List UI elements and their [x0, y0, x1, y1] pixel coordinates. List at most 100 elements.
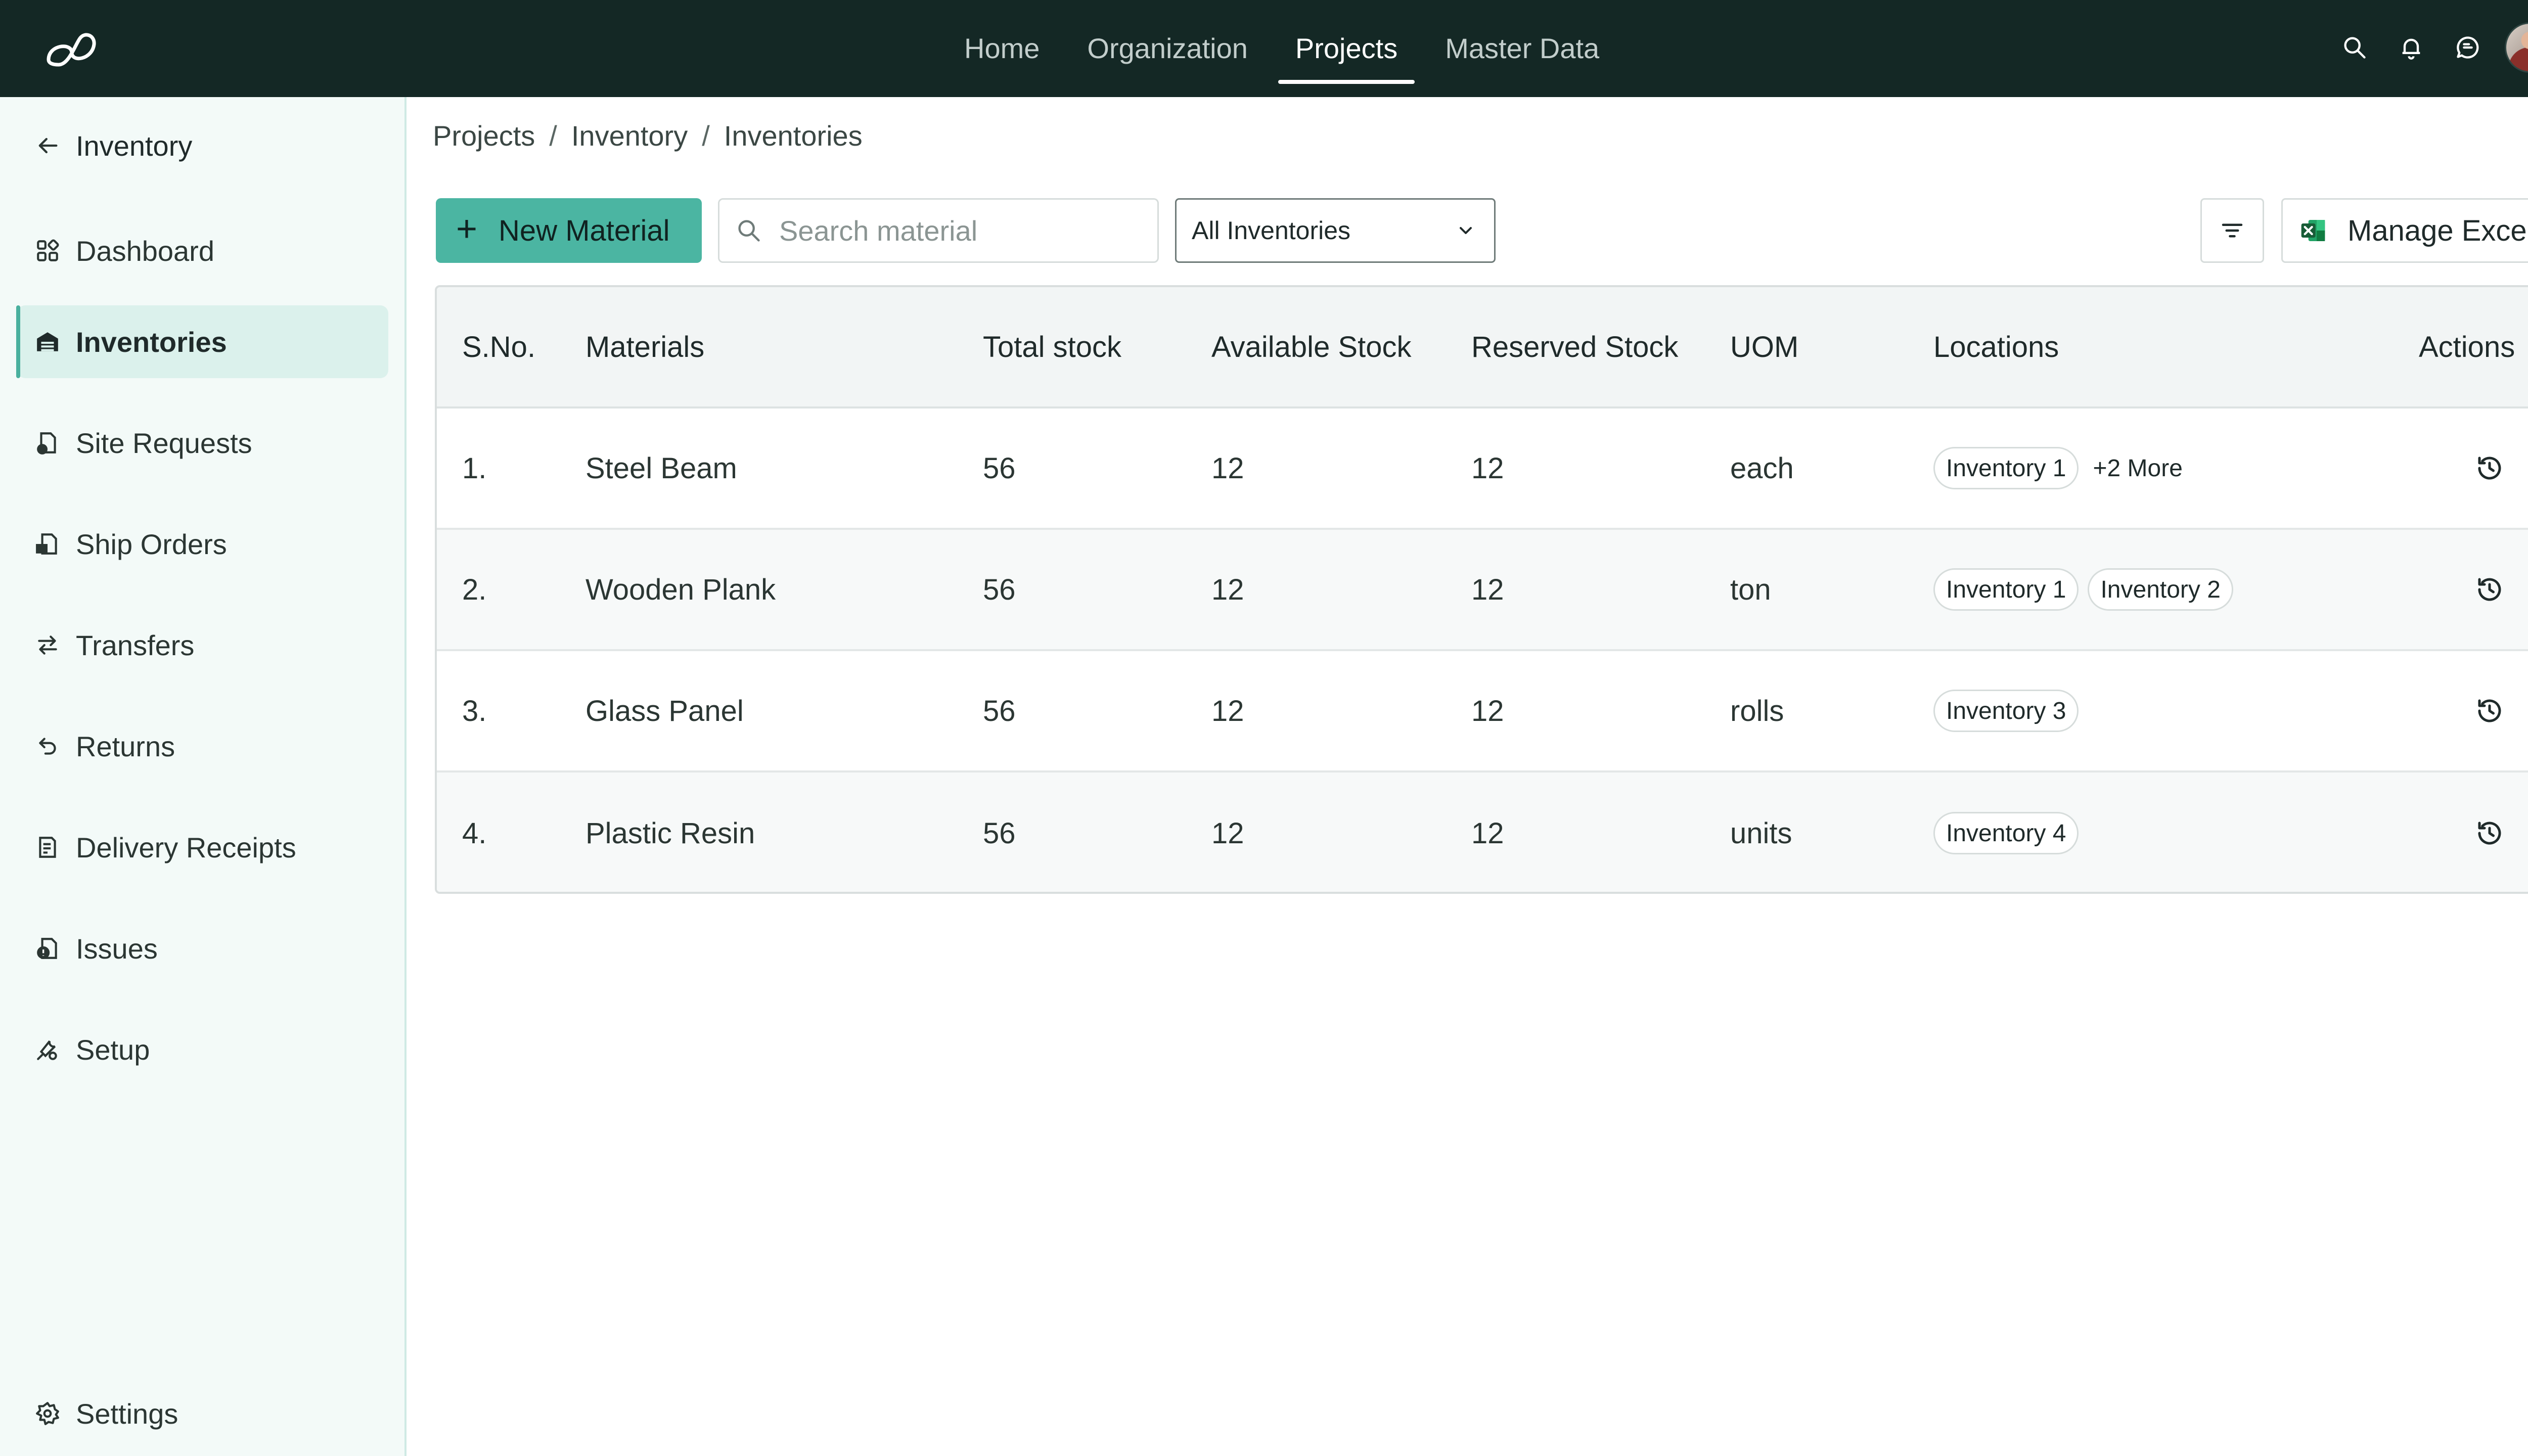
manage-excel-label: Manage Excel [2348, 214, 2528, 247]
cell-total-stock: 56 [983, 816, 1016, 850]
sidebar-item-inventories[interactable]: Inventories [16, 305, 388, 378]
location-chip[interactable]: Inventory 1 [1933, 568, 2079, 611]
history-icon[interactable] [2474, 574, 2505, 605]
sidebar-item-issues[interactable]: Issues [17, 912, 388, 985]
dashboard-icon [33, 237, 62, 265]
header-locations: Locations [1933, 330, 2059, 363]
back-to-inventory[interactable]: Inventory [0, 115, 404, 176]
cell-reserved-stock: 12 [1471, 573, 1504, 606]
cell-material: Glass Panel [585, 694, 744, 727]
topnav-home[interactable]: Home [947, 0, 1057, 97]
cell-uom: units [1730, 816, 1792, 850]
new-material-button[interactable]: + New Material [436, 198, 702, 263]
cell-locations: Inventory 3 [1933, 651, 2088, 770]
return-icon [33, 732, 62, 760]
top-icons [2315, 22, 2528, 73]
sidebar-label-ship-orders: Ship Orders [76, 528, 227, 560]
sidebar-label-dashboard: Dashboard [76, 235, 214, 267]
search-box [718, 198, 1159, 263]
app-logo-icon[interactable] [41, 24, 102, 73]
cell-locations: Inventory 1 Inventory 2 [1933, 530, 2242, 649]
location-chip[interactable]: Inventory 3 [1933, 690, 2079, 732]
cell-material: Plastic Resin [585, 816, 755, 850]
table-header: S.No. Materials Total stock Available St… [437, 287, 2528, 408]
sidebar-label-inventories: Inventories [76, 326, 227, 358]
sidebar-item-dashboard[interactable]: Dashboard [17, 214, 388, 287]
header-available-stock: Available Stock [1211, 330, 1412, 363]
breadcrumb-inventory[interactable]: Inventory [571, 119, 688, 152]
transfer-icon [33, 631, 62, 659]
more-locations-link[interactable]: +2 More [2093, 454, 2182, 482]
cell-material: Wooden Plank [585, 573, 776, 606]
topnav-projects[interactable]: Projects [1278, 0, 1415, 97]
location-chip[interactable]: Inventory 2 [2088, 568, 2233, 611]
new-material-label: New Material [499, 214, 670, 247]
history-icon[interactable] [2474, 818, 2505, 848]
history-icon[interactable] [2474, 696, 2505, 726]
header-total-stock: Total stock [983, 330, 1121, 363]
cell-reserved-stock: 12 [1471, 694, 1504, 727]
arrow-left-icon [33, 131, 62, 160]
setup-icon [33, 1035, 62, 1064]
manage-excel-button[interactable]: Manage Excel [2281, 198, 2528, 263]
cell-actions [2474, 530, 2505, 649]
search-input[interactable] [779, 214, 1133, 247]
cell-total-stock: 56 [983, 573, 1016, 606]
excel-icon [2301, 220, 2325, 241]
header-uom: UOM [1730, 330, 1799, 363]
ship-order-icon [33, 530, 62, 558]
sidebar: Inventory Dashboard Inventories Site Req… [0, 97, 407, 1456]
table-row[interactable]: 3. Glass Panel 56 12 12 rolls Inventory … [437, 651, 2528, 772]
sidebar-item-transfers[interactable]: Transfers [17, 609, 388, 681]
cell-available-stock: 12 [1211, 816, 1244, 850]
cell-reserved-stock: 12 [1471, 816, 1504, 850]
sidebar-item-setup[interactable]: Setup [17, 1013, 388, 1086]
table-row[interactable]: 1. Steel Beam 56 12 12 each Inventory 1 … [437, 408, 2528, 530]
topnav-master-data[interactable]: Master Data [1428, 0, 1616, 97]
top-nav: Home Organization Projects Master Data [940, 0, 1623, 97]
cell-available-stock: 12 [1211, 694, 1244, 727]
cell-available-stock: 12 [1211, 573, 1244, 606]
sidebar-label-site-requests: Site Requests [76, 427, 252, 459]
receipt-icon [33, 833, 62, 861]
header-reserved-stock: Reserved Stock [1471, 330, 1679, 363]
cell-reserved-stock: 12 [1471, 451, 1504, 485]
table-row[interactable]: 4. Plastic Resin 56 12 12 units Inventor… [437, 772, 2528, 892]
breadcrumb-inventories: Inventories [724, 120, 863, 152]
site-request-icon [33, 429, 62, 457]
location-chip[interactable]: Inventory 1 [1933, 447, 2079, 489]
sidebar-label-transfers: Transfers [76, 629, 195, 661]
cell-sno: 4. [462, 816, 487, 850]
sidebar-item-site-requests[interactable]: Site Requests [17, 406, 388, 479]
sidebar-label-returns: Returns [76, 730, 175, 762]
cell-sno: 3. [462, 694, 487, 727]
cell-actions [2474, 651, 2505, 770]
notification-bell-icon[interactable] [2395, 31, 2428, 64]
sidebar-item-ship-orders[interactable]: Ship Orders [17, 508, 388, 580]
materials-table: S.No. Materials Total stock Available St… [435, 285, 2528, 894]
search-icon[interactable] [2338, 31, 2371, 64]
sidebar-item-settings[interactable]: Settings [17, 1377, 388, 1450]
breadcrumb: Projects / Inventory / Inventories [433, 119, 863, 152]
breadcrumb-projects[interactable]: Projects [433, 119, 535, 152]
chevron-down-icon [1460, 227, 1472, 234]
warehouse-icon [33, 328, 62, 356]
location-chip[interactable]: Inventory 4 [1933, 812, 2079, 854]
filter-button[interactable] [2200, 198, 2264, 263]
sidebar-item-returns[interactable]: Returns [17, 710, 388, 783]
chat-icon[interactable] [2451, 31, 2485, 64]
sidebar-item-delivery-receipts[interactable]: Delivery Receipts [17, 811, 388, 884]
cell-total-stock: 56 [983, 451, 1016, 485]
sidebar-label-delivery-receipts: Delivery Receipts [76, 831, 296, 863]
user-avatar[interactable] [2505, 22, 2528, 73]
gear-icon [33, 1399, 62, 1428]
history-icon[interactable] [2474, 453, 2505, 483]
breadcrumb-separator: / [702, 120, 710, 152]
inventory-select-value: All Inventories [1192, 216, 1351, 245]
inventory-select[interactable]: All Inventories [1175, 198, 1496, 263]
header-actions: Actions [2419, 330, 2515, 363]
topnav-organization[interactable]: Organization [1070, 0, 1265, 97]
table-row[interactable]: 2. Wooden Plank 56 12 12 ton Inventory 1… [437, 530, 2528, 651]
top-navigation-bar: Home Organization Projects Master Data [0, 0, 2528, 97]
cell-uom: each [1730, 451, 1794, 485]
